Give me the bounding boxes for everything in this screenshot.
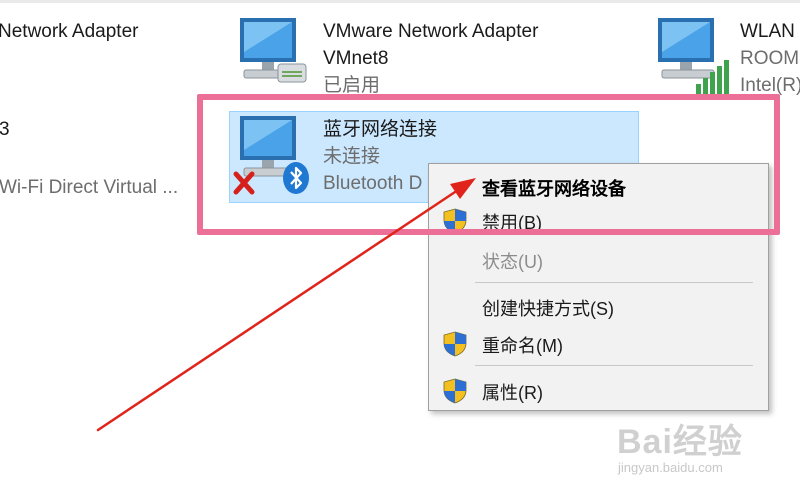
- watermark-url: jingyan.baidu.com: [618, 460, 723, 475]
- watermark-brand: Bai经验: [617, 423, 743, 461]
- baidu-watermark: Bai经验 jingyan.baidu.com: [612, 414, 792, 484]
